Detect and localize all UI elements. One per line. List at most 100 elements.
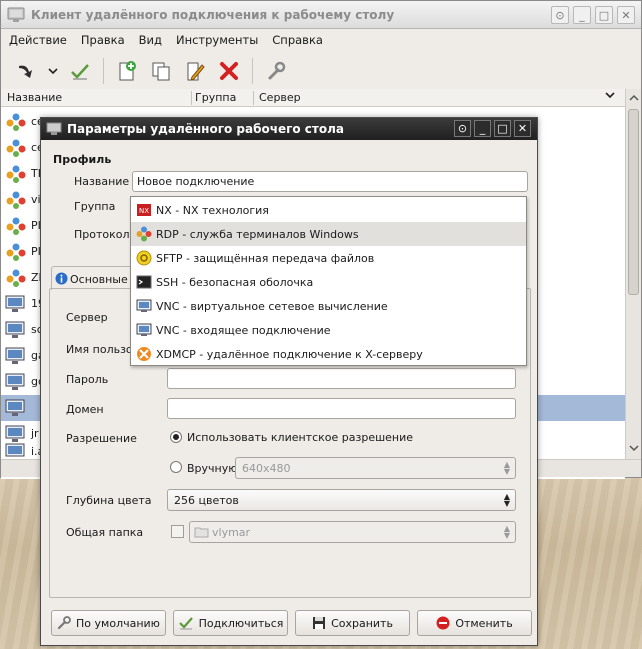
protocol-dropdown-list: NX NX - NX технология RDP - служба терми…	[130, 196, 527, 366]
preferences-wrench-icon[interactable]	[261, 56, 291, 86]
domain-label: Домен	[66, 403, 104, 416]
vnc-icon	[5, 399, 25, 416]
protocol-option-xdmcp[interactable]: XDMCP - удалённое подключение к X-сервер…	[131, 342, 526, 366]
color-depth-select[interactable]: 256 цветов ▲ ▼	[167, 489, 516, 511]
protocol-option-sftp[interactable]: SFTP - защищённая передача файлов	[131, 246, 526, 270]
connect-button[interactable]: Подключиться	[173, 610, 288, 636]
rdp-icon	[6, 139, 26, 157]
save-button[interactable]: Сохранить	[295, 610, 410, 636]
check-icon[interactable]	[65, 56, 95, 86]
copy-icon[interactable]	[146, 56, 176, 86]
cancel-button[interactable]: Отменить	[417, 610, 532, 636]
name-input[interactable]: Новое подключение	[132, 171, 528, 192]
main-window-title: Клиент удалённого подключения к рабочему…	[31, 8, 395, 22]
dialog-titlebar[interactable]: Параметры удалённого рабочего стола ⊙ _ …	[41, 118, 537, 140]
rdp-icon	[6, 191, 26, 209]
toolbar	[1, 51, 641, 91]
domain-input[interactable]	[167, 398, 516, 419]
cancel-icon	[436, 616, 450, 630]
password-input[interactable]	[167, 368, 516, 389]
toolbar-separator	[103, 57, 104, 84]
scrollbar-thumb[interactable]	[628, 109, 639, 295]
xdmcp-icon	[137, 347, 151, 361]
menu-edit[interactable]: Правка	[81, 33, 125, 47]
sftp-icon	[136, 250, 152, 266]
chevron-down-icon[interactable]	[627, 441, 641, 455]
dialog-title: Параметры удалённого рабочего стола	[67, 122, 344, 136]
maximize-icon[interactable]: □	[595, 6, 613, 24]
shared-folder-select[interactable]: vlymar ▲ ▼	[189, 521, 516, 543]
list-header: Название Группа Сервер	[1, 89, 625, 107]
menu-view[interactable]: Вид	[139, 33, 162, 47]
updown-icon: ▲ ▼	[503, 460, 510, 476]
shared-folder-checkbox[interactable]	[171, 525, 184, 538]
resolution-manual-radio[interactable]	[170, 461, 182, 473]
color-depth-label: Глубина цвета	[66, 494, 152, 507]
vnc-icon	[5, 295, 25, 312]
password-label: Пароль	[66, 373, 109, 386]
nx-icon: NX	[137, 204, 151, 216]
protocol-option-rdp[interactable]: RDP - служба терминалов Windows	[131, 222, 526, 246]
vnc-icon	[136, 299, 152, 312]
connect-icon[interactable]	[11, 56, 41, 86]
shared-folder-label: Общая папка	[66, 526, 144, 539]
vnc-icon	[5, 321, 25, 338]
menu-help[interactable]: Справка	[272, 33, 323, 47]
menubar: Действие Правка Вид Инструменты Справка	[1, 29, 641, 51]
remote-desktop-icon	[7, 7, 25, 22]
edit-icon[interactable]	[180, 56, 210, 86]
rdp-icon	[6, 243, 26, 261]
column-group[interactable]: Группа	[195, 91, 236, 104]
protocol-label: Протокол	[74, 228, 130, 241]
profile-section-title: Профиль	[53, 153, 112, 166]
close-icon[interactable]: ✕	[514, 120, 531, 137]
new-document-icon[interactable]	[112, 56, 142, 86]
check-icon	[178, 617, 193, 630]
menu-icon[interactable]: ⊙	[551, 6, 569, 24]
terminal-icon	[136, 275, 152, 289]
column-name[interactable]: Название	[7, 91, 62, 104]
wrench-icon	[57, 616, 71, 630]
maximize-icon[interactable]: □	[494, 120, 511, 137]
minimize-icon[interactable]: _	[474, 120, 491, 137]
menu-action[interactable]: Действие	[9, 33, 67, 47]
resolution-label: Разрешение	[66, 432, 137, 445]
chevron-up-icon[interactable]	[627, 91, 641, 105]
chevron-down-icon[interactable]	[605, 90, 615, 103]
rdp-icon	[6, 113, 26, 131]
vnc-incoming-icon	[136, 323, 152, 336]
rdp-icon	[6, 269, 26, 287]
vnc-icon	[5, 347, 25, 364]
server-label: Сервер	[66, 311, 108, 324]
group-label: Группа	[74, 200, 116, 213]
info-icon	[55, 272, 68, 285]
resolution-client-label: Использовать клиентское разрешение	[187, 431, 414, 444]
resolution-manual-label: Вручную	[187, 462, 238, 475]
menu-tools[interactable]: Инструменты	[176, 33, 258, 47]
main-titlebar[interactable]: Клиент удалённого подключения к рабочему…	[1, 1, 641, 29]
minimize-icon[interactable]: _	[573, 6, 591, 24]
protocol-option-vnc-incoming[interactable]: VNC - входящее подключение	[131, 318, 526, 342]
menu-icon[interactable]: ⊙	[454, 120, 471, 137]
protocol-option-nx[interactable]: NX NX - NX технология	[131, 198, 526, 222]
rdp-icon	[6, 217, 26, 235]
default-button[interactable]: По умолчанию	[51, 610, 166, 636]
remote-desktop-icon	[46, 122, 62, 135]
protocol-option-vnc[interactable]: VNC - виртуальное сетевое вычисление	[131, 294, 526, 318]
close-icon[interactable]: ✕	[617, 6, 635, 24]
delete-icon[interactable]	[214, 56, 244, 86]
column-server[interactable]: Сервер	[259, 91, 301, 104]
protocol-option-ssh[interactable]: SSH - безопасная оболочка	[131, 270, 526, 294]
updown-icon: ▲ ▼	[503, 524, 510, 540]
floppy-disk-icon	[313, 617, 326, 629]
vertical-scrollbar[interactable]	[625, 89, 641, 459]
tab-basic[interactable]: Основные	[51, 266, 139, 290]
svg-text:NX: NX	[139, 207, 149, 215]
resolution-client-radio[interactable]	[170, 431, 182, 443]
resolution-select[interactable]: 640x480 ▲ ▼	[235, 457, 516, 479]
chevron-down-icon[interactable]	[45, 56, 61, 86]
updown-icon: ▲ ▼	[503, 492, 510, 508]
rdp-icon	[136, 226, 152, 242]
vnc-icon	[5, 425, 25, 442]
toolbar-separator	[252, 57, 253, 84]
